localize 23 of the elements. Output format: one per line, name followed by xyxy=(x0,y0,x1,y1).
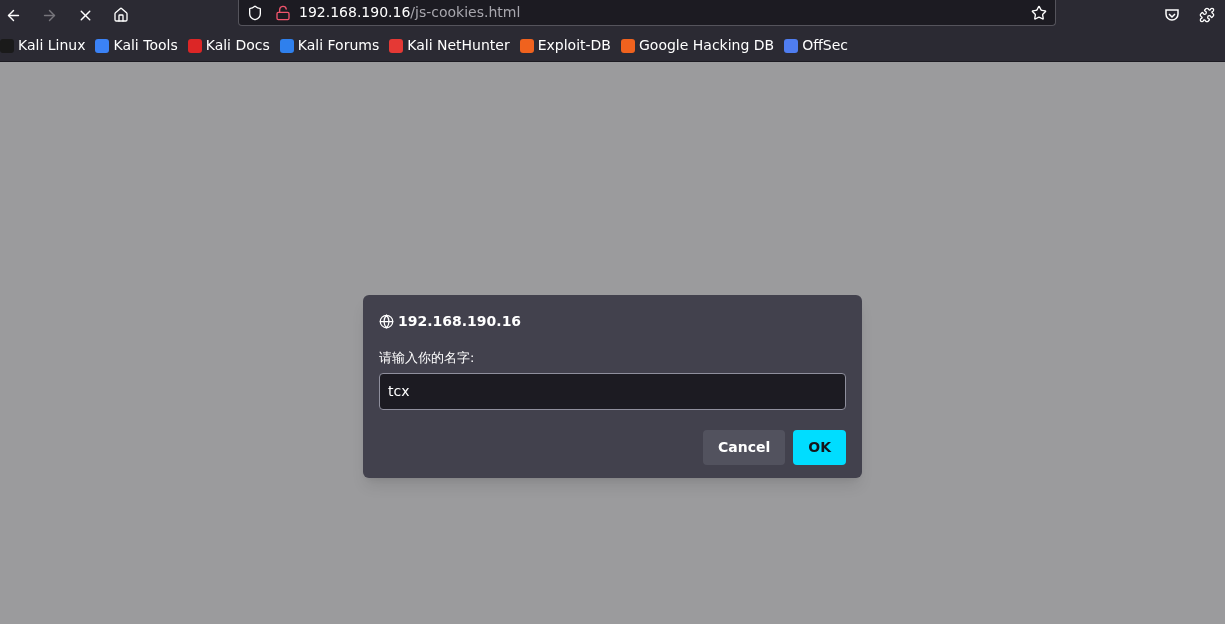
shield-icon xyxy=(247,4,263,21)
bookmark-item[interactable]: Exploit-DB xyxy=(519,35,611,56)
bookmark-star-icon[interactable] xyxy=(1031,4,1047,21)
bookmark-item[interactable]: Kali Tools xyxy=(95,35,178,56)
address-bar[interactable]: 192.168.190.16/js-cookies.html xyxy=(238,0,1056,26)
bookmark-item[interactable]: Google Hacking DB xyxy=(621,35,775,56)
prompt-label: 请输入你的名字: xyxy=(379,349,476,367)
globe-icon xyxy=(379,314,394,329)
home-icon xyxy=(113,7,129,23)
extensions-button[interactable] xyxy=(1197,5,1217,25)
bookmark-item[interactable]: OffSec xyxy=(784,35,849,56)
name-input-field[interactable]: tcx xyxy=(379,372,846,410)
dialog-origin: 192.168.190.16 xyxy=(398,312,522,331)
bookmark-item[interactable]: Kali Docs xyxy=(187,35,270,56)
bookmark-item[interactable]: Kali Linux xyxy=(0,35,86,56)
bookmark-item[interactable]: Kali Forums xyxy=(279,35,380,56)
url-text: 192.168.190.16/js-cookies.html xyxy=(299,3,521,22)
puzzle-icon xyxy=(1199,7,1215,23)
bookmark-item[interactable]: Kali NetHunter xyxy=(389,35,510,56)
ok-button[interactable]: OK xyxy=(793,429,846,465)
unlocked-lock-icon xyxy=(275,4,291,21)
cancel-button[interactable]: Cancel xyxy=(702,429,786,465)
pocket-icon xyxy=(1164,7,1180,23)
